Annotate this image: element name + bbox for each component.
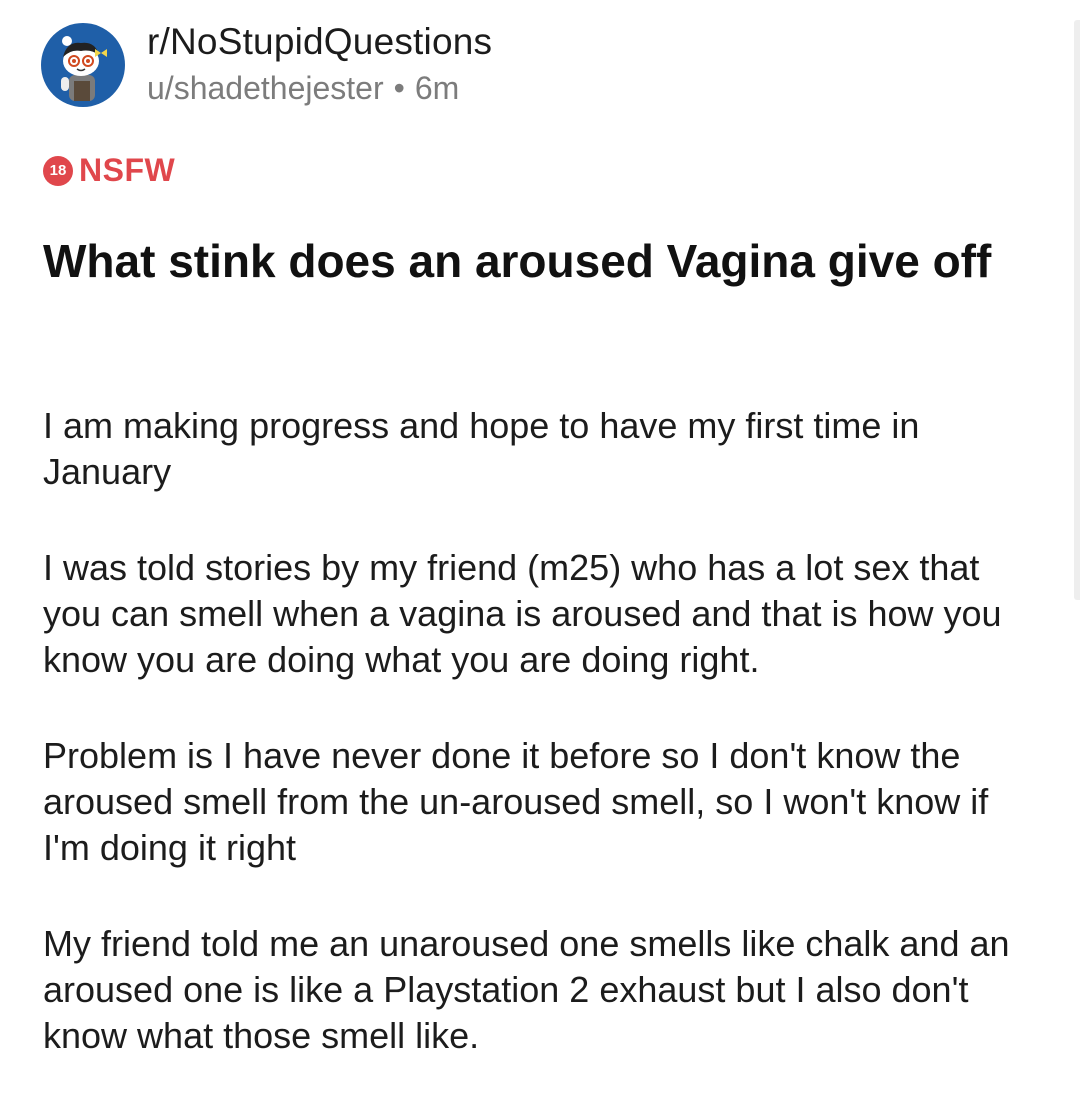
author-link[interactable]: u/shadethejester — [147, 68, 384, 108]
byline: u/shadethejester • 6m — [147, 68, 492, 108]
post-meta: r/NoStupidQuestions u/shadethejester • 6… — [147, 22, 492, 108]
meta-separator: • — [393, 70, 405, 106]
scrollbar[interactable] — [1074, 20, 1080, 600]
nsfw-label: NSFW — [79, 152, 176, 188]
post-body: I am making progress and hope to have my… — [43, 403, 1043, 1109]
post-title: What stink does an aroused Vagina give o… — [43, 235, 992, 287]
subreddit-avatar-icon[interactable] — [41, 23, 125, 107]
body-paragraph: Problem is I have never done it before s… — [43, 735, 989, 868]
body-paragraph: My friend told me an unaroused one smell… — [43, 923, 1010, 1056]
nsfw-tag: 18 NSFW — [43, 152, 175, 189]
subreddit-link[interactable]: r/NoStupidQuestions — [147, 22, 492, 62]
body-paragraph: I was told stories by my friend (m25) wh… — [43, 547, 1002, 680]
body-paragraph: I am making progress and hope to have my… — [43, 405, 920, 492]
nsfw-18-icon: 18 — [43, 155, 73, 186]
post-age: 6m — [414, 70, 460, 106]
post-header: r/NoStupidQuestions u/shadethejester • 6… — [41, 22, 492, 108]
